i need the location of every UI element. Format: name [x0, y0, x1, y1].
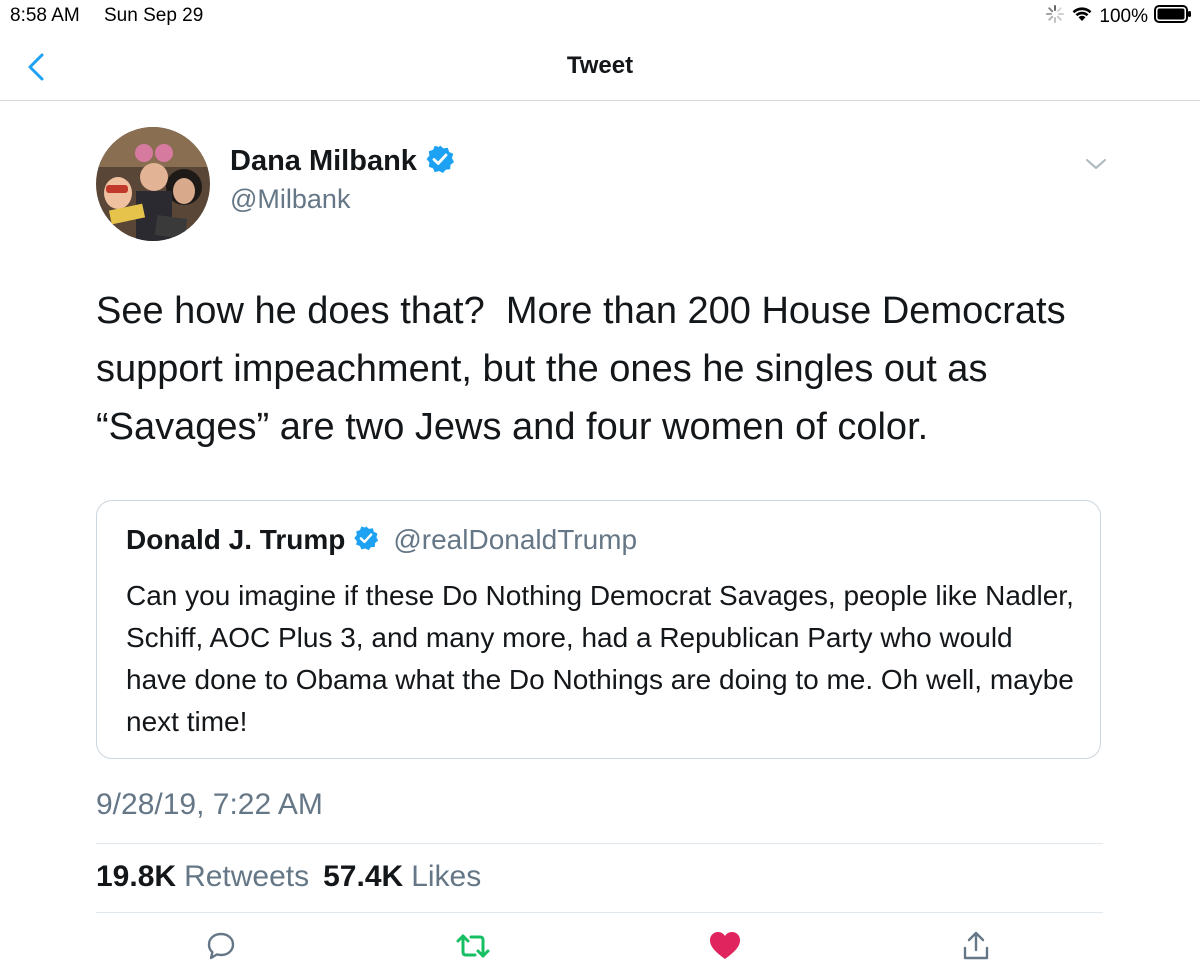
status-bar: 8:58 AM Sun Sep 29 100%	[0, 0, 1200, 32]
share-icon	[963, 931, 989, 960]
battery-percentage: 100%	[1099, 5, 1148, 27]
like-button[interactable]	[708, 930, 740, 962]
verified-badge-icon	[425, 144, 455, 179]
verified-badge-icon	[353, 525, 379, 556]
author-name-row: Dana Milbank	[230, 144, 455, 179]
quoted-author-name: Donald J. Trump	[126, 524, 346, 555]
page-title: Tweet	[566, 52, 634, 79]
status-time: 8:58 AM	[10, 5, 80, 26]
reply-icon	[207, 932, 235, 960]
retweet-icon	[456, 934, 490, 958]
quoted-tweet-text: Can you imagine if these Do Nothing Demo…	[126, 580, 1074, 737]
avatar[interactable]	[96, 127, 210, 241]
battery-icon	[1154, 4, 1192, 29]
author-name[interactable]: Dana Milbank	[230, 145, 417, 178]
retweets-label[interactable]: Retweets	[184, 860, 309, 894]
reply-button[interactable]	[205, 930, 237, 962]
tweet-timestamp: 9/28/19, 7:22 AM	[96, 788, 323, 821]
more-options-button[interactable]	[1084, 156, 1108, 172]
retweet-button[interactable]	[455, 930, 490, 962]
quoted-tweet-card[interactable]: Donald J. Trump @realDonaldTrump Can you…	[96, 500, 1101, 759]
likes-count[interactable]: 57.4K	[323, 860, 403, 894]
author-handle[interactable]: @Milbank	[230, 184, 350, 215]
tweet-text: See how he does that? More than 200 Hous…	[96, 290, 1077, 448]
quoted-author-handle: @realDonaldTrump	[393, 524, 638, 555]
tweet-stats: 19.8K Retweets 57.4K Likes	[96, 860, 495, 894]
share-button[interactable]	[960, 930, 992, 962]
divider	[96, 912, 1103, 913]
status-date: Sun Sep 29	[104, 5, 204, 26]
wifi-icon	[1071, 5, 1093, 28]
retweets-count[interactable]: 19.8K	[96, 860, 176, 894]
activity-spinner-icon	[1045, 4, 1065, 29]
avatar-photo	[96, 127, 210, 241]
navigation-bar: Tweet	[0, 32, 1200, 101]
status-indicators: 100%	[1045, 4, 1192, 29]
divider	[96, 843, 1103, 844]
likes-label[interactable]: Likes	[411, 860, 481, 894]
quoted-tweet-header: Donald J. Trump @realDonaldTrump	[126, 524, 637, 556]
chevron-down-icon	[1086, 159, 1106, 169]
like-icon	[710, 932, 740, 959]
